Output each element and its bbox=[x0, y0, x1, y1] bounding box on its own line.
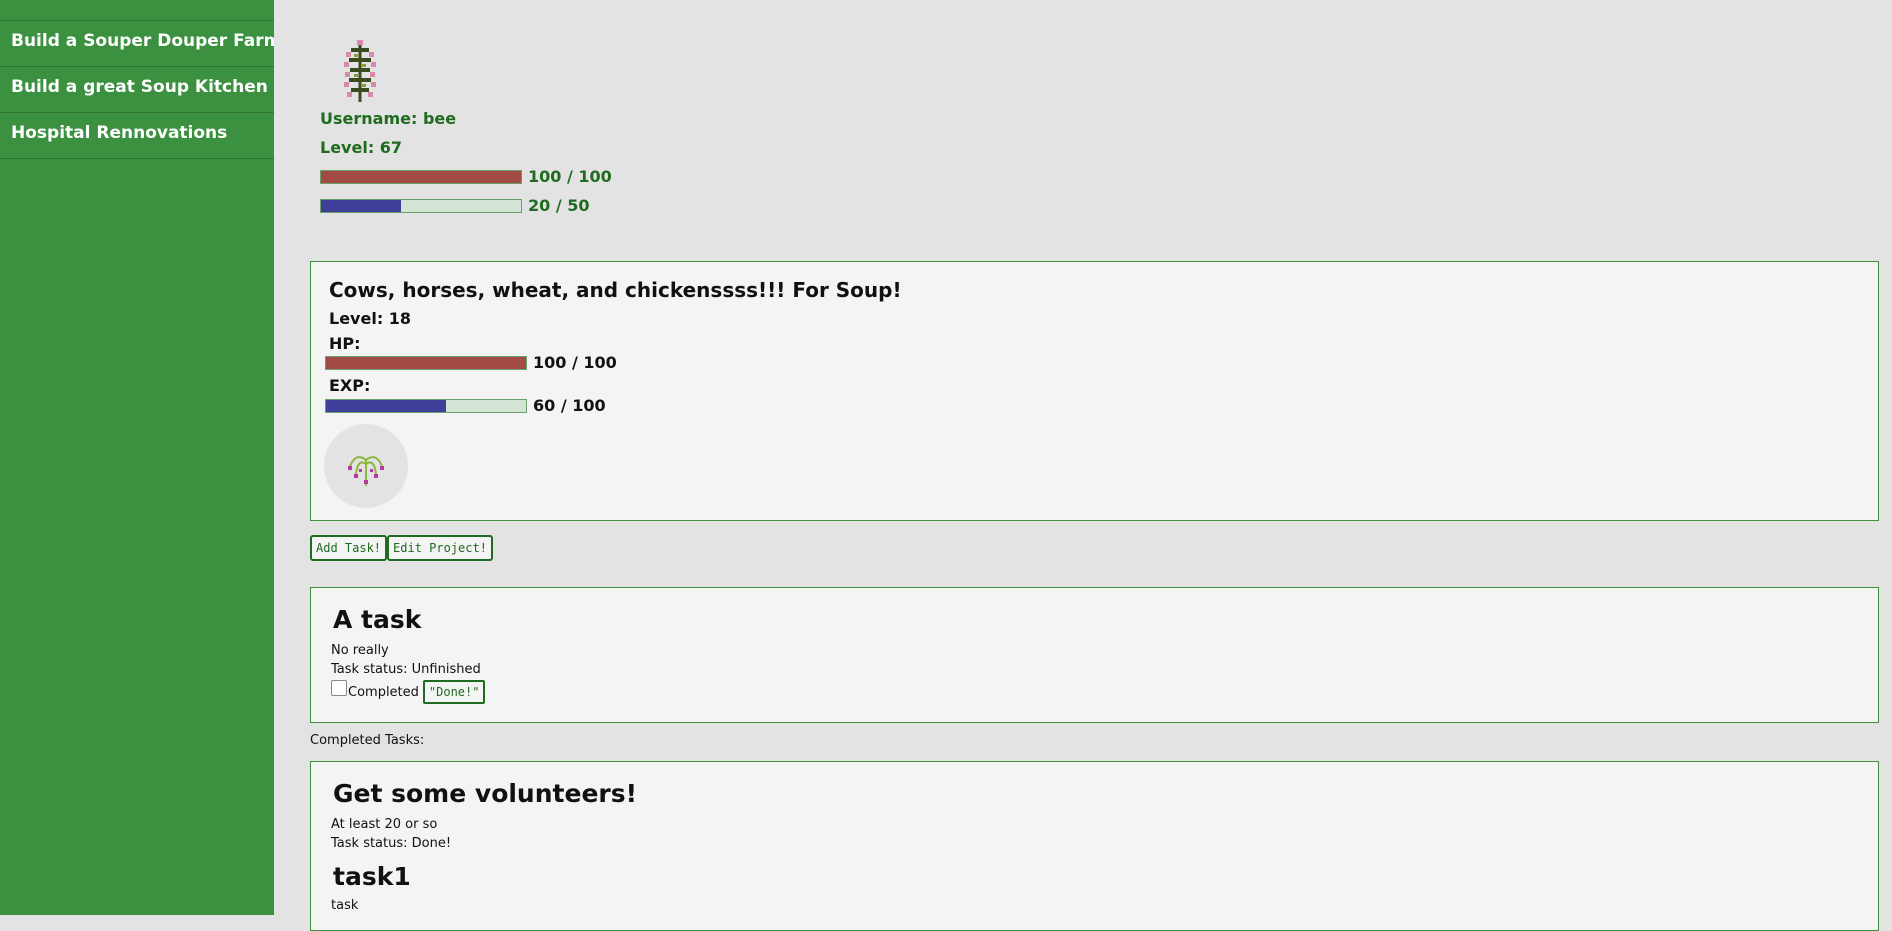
weeping-plant-icon bbox=[348, 456, 384, 486]
project-avatar bbox=[324, 424, 408, 508]
completed-tasks-heading: Completed Tasks: bbox=[310, 733, 425, 748]
done-button[interactable]: "Done!" bbox=[422, 680, 486, 704]
project-exp-fill bbox=[326, 399, 446, 412]
task-completed-checkbox[interactable] bbox=[331, 680, 347, 696]
user-exp-text: 20 / 50 bbox=[528, 196, 590, 215]
sidebar-item-farm[interactable]: Build a Souper Douper Farmss bbox=[0, 20, 274, 67]
subtask-title: task1 bbox=[333, 862, 411, 891]
completed-task-card: Get some volunteers! At least 20 or so T… bbox=[310, 761, 1879, 931]
completed-task-title: Get some volunteers! bbox=[333, 779, 638, 808]
username-label: Username: bee bbox=[320, 109, 457, 128]
user-hp-bar bbox=[320, 169, 522, 184]
add-task-button[interactable]: Add Task! bbox=[310, 535, 388, 561]
user-hp-row: 100 / 100 bbox=[320, 162, 612, 191]
task-title: A task bbox=[333, 605, 422, 634]
task-completed-label: Completed bbox=[348, 684, 419, 700]
project-exp-bar bbox=[325, 398, 527, 413]
sidebar-item-hospital[interactable]: Hospital Rennovations bbox=[0, 113, 274, 159]
user-exp-bar bbox=[320, 198, 522, 213]
task-card: A task No really Task status: Unfinished… bbox=[310, 587, 1879, 723]
user-hp-fill bbox=[321, 170, 521, 183]
edit-project-button[interactable]: Edit Project! bbox=[387, 535, 493, 561]
project-level: Level: 18 bbox=[329, 309, 412, 328]
task-complete-row: Completed "Done!" bbox=[331, 680, 486, 704]
user-hp-text: 100 / 100 bbox=[528, 167, 612, 186]
sidebar-item-soup-kitchen[interactable]: Build a great Soup Kitchen bbox=[0, 67, 274, 113]
task-status: Task status: Unfinished bbox=[331, 662, 481, 677]
completed-task-description: At least 20 or so bbox=[331, 817, 438, 832]
project-card: Cows, horses, wheat, and chickenssss!!! … bbox=[310, 261, 1879, 521]
project-title: Cows, horses, wheat, and chickenssss!!! … bbox=[329, 278, 902, 302]
project-hp-label: HP: bbox=[329, 334, 361, 353]
sidebar: Build a Souper Douper Farmss Build a gre… bbox=[0, 0, 274, 915]
task-description: No really bbox=[331, 643, 389, 658]
profile-panel: Username: bee Level: 67 100 / 100 20 / 5… bbox=[320, 38, 612, 220]
user-level-label: Level: 67 bbox=[320, 138, 403, 157]
project-actions: Add Task! Edit Project! bbox=[310, 535, 493, 561]
subtask-description: task bbox=[331, 898, 359, 913]
user-exp-row: 20 / 50 bbox=[320, 191, 612, 220]
project-hp-fill bbox=[326, 356, 526, 369]
user-exp-fill bbox=[321, 199, 401, 212]
project-hp-text: 100 / 100 bbox=[533, 353, 617, 372]
project-exp-text: 60 / 100 bbox=[533, 396, 606, 415]
project-exp-label: EXP: bbox=[329, 376, 371, 395]
project-hp-row: 100 / 100 bbox=[325, 353, 617, 372]
flowering-plant-icon bbox=[338, 38, 382, 104]
completed-task-status: Task status: Done! bbox=[331, 836, 452, 851]
project-exp-row: 60 / 100 bbox=[325, 396, 606, 415]
project-hp-bar bbox=[325, 355, 527, 370]
